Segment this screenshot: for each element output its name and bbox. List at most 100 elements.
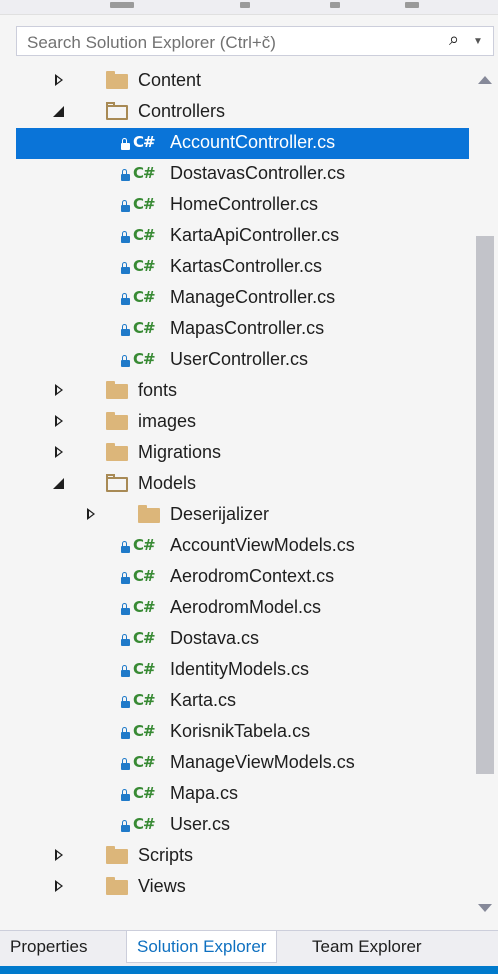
tree-file-selected[interactable]: C# AccountController.cs: [16, 128, 469, 159]
toolbar-icon[interactable]: [240, 2, 250, 8]
file-label: User.cs: [170, 814, 231, 834]
search-options-button[interactable]: ⌕ ▼: [447, 29, 487, 52]
tree-folder-views[interactable]: Views: [16, 872, 469, 903]
file-label: IdentityModels.cs: [170, 659, 310, 679]
tree-folder-content[interactable]: Content: [16, 66, 469, 97]
status-bar: [0, 966, 498, 974]
tree-folder-fonts[interactable]: fonts: [16, 376, 469, 407]
csharp-file-icon: C#: [133, 753, 156, 771]
tree-file[interactable]: C# User.cs: [16, 810, 469, 841]
file-label: ManageController.cs: [170, 287, 336, 307]
folder-icon: [106, 877, 128, 895]
tree-file[interactable]: C# KartaApiController.cs: [16, 221, 469, 252]
scroll-thumb[interactable]: [476, 236, 494, 774]
lock-icon: [121, 665, 130, 677]
tree-file[interactable]: C# ManageController.cs: [16, 283, 469, 314]
lock-icon: [121, 324, 130, 336]
folder-label: Scripts: [138, 845, 194, 865]
tree-file[interactable]: C# IdentityModels.cs: [16, 655, 469, 686]
folder-label: Content: [138, 70, 202, 90]
folder-icon: [138, 505, 160, 523]
search-input[interactable]: Search Solution Explorer (Ctrl+č) ⌕ ▼: [16, 26, 494, 56]
lock-icon: [121, 603, 130, 615]
lock-icon: [121, 820, 130, 832]
folder-label: fonts: [138, 380, 178, 400]
expand-arrow-icon[interactable]: [52, 414, 66, 428]
tree-file[interactable]: C# Karta.cs: [16, 686, 469, 717]
tree-file[interactable]: C# AerodromContext.cs: [16, 562, 469, 593]
folder-label: Views: [138, 876, 186, 896]
expand-arrow-icon[interactable]: [52, 383, 66, 397]
expand-arrow-icon[interactable]: [52, 848, 66, 862]
lock-icon: [121, 169, 130, 181]
lock-icon: [121, 355, 130, 367]
csharp-file-icon: C#: [133, 288, 156, 306]
tree-folder-models[interactable]: Models: [16, 469, 469, 500]
folder-label: Controllers: [138, 101, 226, 121]
file-label: Karta.cs: [170, 690, 237, 710]
tree-file[interactable]: C# HomeController.cs: [16, 190, 469, 221]
tab-properties[interactable]: Properties: [0, 931, 97, 963]
expand-arrow-icon[interactable]: [84, 507, 98, 521]
panel-tabs: Properties Solution Explorer Team Explor…: [0, 930, 498, 967]
scroll-up-arrow-icon[interactable]: [478, 76, 492, 84]
tree-file[interactable]: C# Mapa.cs: [16, 779, 469, 810]
file-label: Mapa.cs: [170, 783, 239, 803]
file-label: KartasController.cs: [170, 256, 323, 276]
lock-icon: [121, 696, 130, 708]
tree-folder-images[interactable]: images: [16, 407, 469, 438]
csharp-file-icon: C#: [133, 164, 156, 182]
collapse-arrow-icon[interactable]: [52, 476, 66, 490]
lock-icon: [121, 572, 130, 584]
file-label: HomeController.cs: [170, 194, 319, 214]
file-label: AerodromContext.cs: [170, 566, 335, 586]
tree-file[interactable]: C# KorisnikTabela.cs: [16, 717, 469, 748]
tree-file[interactable]: C# DostavasController.cs: [16, 159, 469, 190]
folder-open-icon: [106, 102, 128, 120]
lock-icon: [121, 262, 130, 274]
tab-solution-explorer[interactable]: Solution Explorer: [126, 931, 278, 963]
tree-file[interactable]: C# AccountViewModels.cs: [16, 531, 469, 562]
file-label: KartaApiController.cs: [170, 225, 340, 245]
file-label: DostavasController.cs: [170, 163, 346, 183]
tree-file[interactable]: C# AerodromModel.cs: [16, 593, 469, 624]
collapse-arrow-icon[interactable]: [52, 104, 66, 118]
vertical-scrollbar[interactable]: [472, 66, 498, 930]
folder-icon: [106, 71, 128, 89]
folder-label: Migrations: [138, 442, 222, 462]
tree-file[interactable]: C# UserController.cs: [16, 345, 469, 376]
tree-folder-migrations[interactable]: Migrations: [16, 438, 469, 469]
lock-icon: [121, 200, 130, 212]
file-label: AerodromModel.cs: [170, 597, 322, 617]
lock-icon: [121, 293, 130, 305]
expand-arrow-icon[interactable]: [52, 445, 66, 459]
toolbar-icon[interactable]: [405, 2, 419, 8]
file-label: KorisnikTabela.cs: [170, 721, 311, 741]
csharp-file-icon: C#: [133, 319, 156, 337]
toolbar-icon[interactable]: [330, 2, 340, 8]
toolbar-strip: [0, 0, 498, 15]
tab-team-explorer[interactable]: Team Explorer: [302, 931, 432, 963]
tree-folder-deserijalizer[interactable]: Deserijalizer: [16, 500, 469, 531]
lock-icon: [121, 727, 130, 739]
tree-folder-controllers[interactable]: Controllers: [16, 97, 469, 128]
file-label: UserController.cs: [170, 349, 309, 369]
tree-file[interactable]: C# MapasController.cs: [16, 314, 469, 345]
tree-file[interactable]: C# KartasController.cs: [16, 252, 469, 283]
folder-label: Deserijalizer: [170, 504, 270, 524]
toolbar-icon[interactable]: [110, 2, 134, 8]
csharp-file-icon: C#: [133, 567, 156, 585]
tree-folder-scripts[interactable]: Scripts: [16, 841, 469, 872]
folder-label: images: [138, 411, 197, 431]
folder-icon: [106, 846, 128, 864]
expand-arrow-icon[interactable]: [52, 879, 66, 893]
solution-tree: Content Controllers C# AccountController…: [16, 66, 498, 930]
csharp-file-icon: C#: [133, 536, 156, 554]
tree-file[interactable]: C# Dostava.cs: [16, 624, 469, 655]
expand-arrow-icon[interactable]: [52, 73, 66, 87]
scroll-down-arrow-icon[interactable]: [478, 904, 492, 912]
file-label: Dostava.cs: [170, 628, 260, 648]
search-icon: ⌕: [449, 29, 460, 49]
csharp-file-icon: C#: [133, 350, 156, 368]
tree-file[interactable]: C# ManageViewModels.cs: [16, 748, 469, 779]
